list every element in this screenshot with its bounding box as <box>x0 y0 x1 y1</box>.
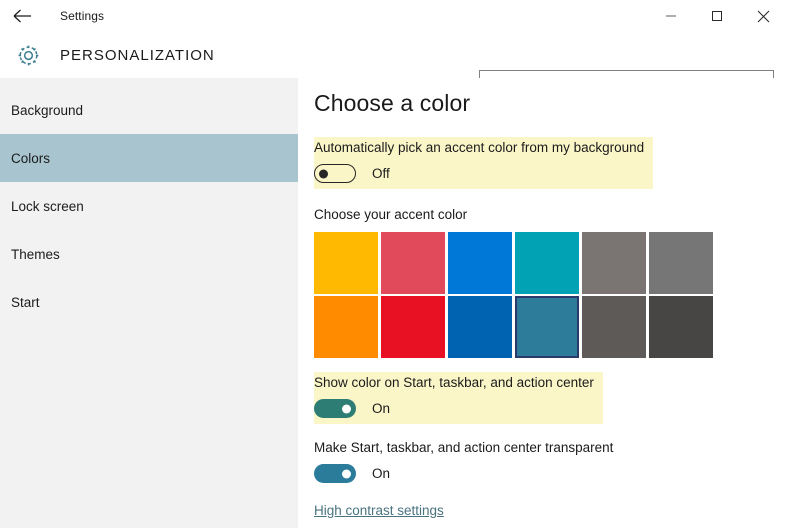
page-header: PERSONALIZATION <box>0 32 786 100</box>
sidebar-item-label: Start <box>11 294 40 310</box>
page-title: Choose a color <box>314 90 471 116</box>
auto-accent-section: Automatically pick an accent color from … <box>314 137 654 189</box>
show-color-state: On <box>372 401 391 416</box>
auto-accent-state: Off <box>372 166 390 181</box>
sidebar-item-label: Colors <box>11 150 51 166</box>
show-color-section: Show color on Start, taskbar, and action… <box>314 372 603 424</box>
title-bar: Settings <box>0 0 786 32</box>
window-title: Settings <box>60 9 105 23</box>
accent-swatch-steel-blue[interactable] <box>515 296 579 358</box>
accent-swatch-dark-gray[interactable] <box>649 296 713 358</box>
accent-swatch-warm-gray[interactable] <box>582 232 646 294</box>
transparency-section: Make Start, taskbar, and action center t… <box>314 440 786 483</box>
sidebar-item-label: Lock screen <box>11 198 84 214</box>
toggle-knob <box>319 169 328 178</box>
toggle-knob <box>342 404 351 413</box>
toggle-knob <box>342 469 351 478</box>
gear-icon-wrap <box>4 42 52 69</box>
transparency-label: Make Start, taskbar, and action center t… <box>314 440 614 455</box>
accent-swatch-pink-red[interactable] <box>381 232 445 294</box>
gear-icon <box>18 45 38 65</box>
sidebar-item-themes[interactable]: Themes <box>0 230 298 278</box>
minimize-icon <box>666 15 676 17</box>
close-icon <box>757 10 769 22</box>
back-button[interactable] <box>0 0 46 32</box>
maximize-button[interactable] <box>694 0 740 32</box>
sidebar-item-label: Background <box>11 102 84 118</box>
close-button[interactable] <box>740 0 786 32</box>
accent-swatch-teal[interactable] <box>515 232 579 294</box>
show-color-label: Show color on Start, taskbar, and action… <box>314 375 594 390</box>
accent-swatch-orange[interactable] <box>314 296 378 358</box>
sidebar-item-start[interactable]: Start <box>0 278 298 326</box>
settings-window: Settings PERSONALIZATION Find a setting … <box>0 0 786 528</box>
accent-swatch-gold[interactable] <box>314 232 378 294</box>
sidebar-item-background[interactable]: Background <box>0 86 298 134</box>
transparency-state: On <box>372 466 391 481</box>
accent-swatch-gray[interactable] <box>649 232 713 294</box>
accent-swatch-blue[interactable] <box>448 232 512 294</box>
page-body: Background Colors Lock screen Themes Sta… <box>0 78 786 528</box>
sidebar-item-colors[interactable]: Colors <box>0 134 298 182</box>
high-contrast-settings-link[interactable]: High contrast settings <box>314 503 786 518</box>
auto-accent-label: Automatically pick an accent color from … <box>314 140 645 155</box>
transparency-toggle-row: On <box>314 464 786 483</box>
sidebar-item-label: Themes <box>11 246 60 262</box>
maximize-icon <box>712 11 722 21</box>
page-category-title: PERSONALIZATION <box>60 46 215 64</box>
transparency-toggle[interactable] <box>314 464 356 483</box>
content-pane: Choose a color Automatically pick an acc… <box>298 78 786 528</box>
auto-accent-toggle-row: Off <box>314 164 644 183</box>
accent-swatch-dark-warm-gray[interactable] <box>582 296 646 358</box>
show-color-toggle-row: On <box>314 399 594 418</box>
auto-accent-toggle[interactable] <box>314 164 356 183</box>
accent-swatch-red[interactable] <box>381 296 445 358</box>
accent-color-grid <box>314 232 716 358</box>
sidebar-item-lock-screen[interactable]: Lock screen <box>0 182 298 230</box>
accent-section-label: Choose your accent color <box>314 207 468 222</box>
window-controls <box>648 0 786 32</box>
accent-swatch-navy-blue[interactable] <box>448 296 512 358</box>
show-color-toggle[interactable] <box>314 399 356 418</box>
minimize-button[interactable] <box>648 0 694 32</box>
back-arrow-icon <box>13 9 31 23</box>
sidebar-nav: Background Colors Lock screen Themes Sta… <box>0 78 298 528</box>
